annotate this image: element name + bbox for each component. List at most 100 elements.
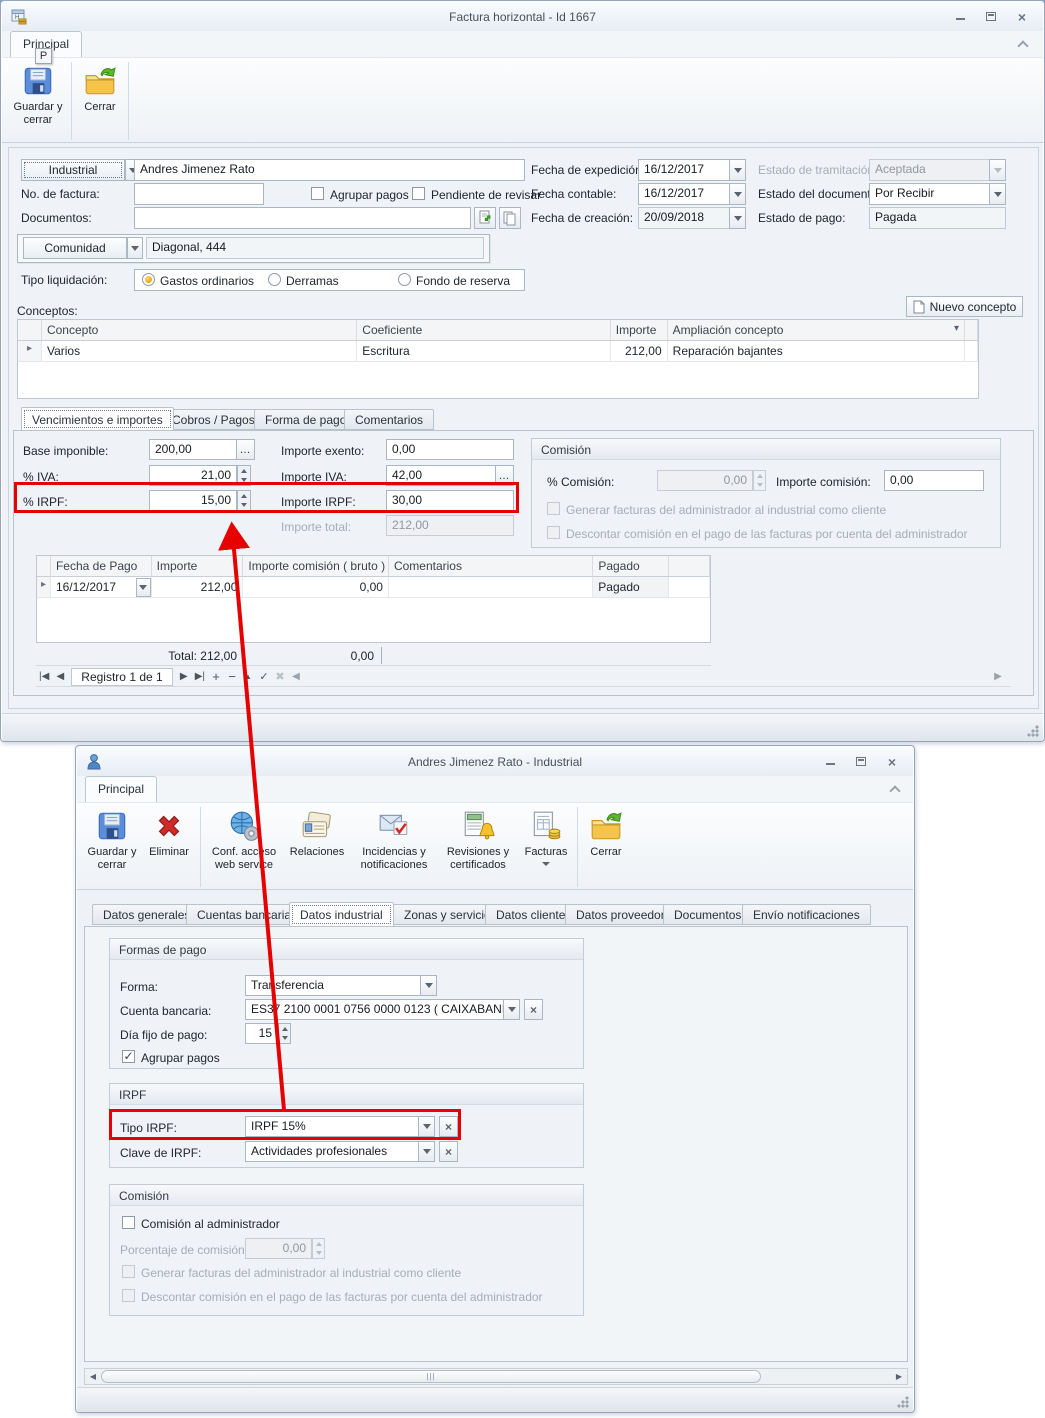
restore-button[interactable]	[980, 8, 1002, 25]
cell-pagado[interactable]: Pagado	[593, 577, 670, 598]
cuenta-clear-button[interactable]: ×	[524, 999, 543, 1020]
pct-irpf-spinner[interactable]	[237, 490, 251, 511]
documentos-input[interactable]	[134, 207, 471, 229]
tab-forma-pago[interactable]: Forma de pago	[254, 409, 358, 430]
fecha-contable-dropdown-icon[interactable]	[729, 183, 746, 205]
nav-append-icon[interactable]: +	[211, 669, 221, 684]
tab-comentarios[interactable]: Comentarios	[344, 409, 435, 430]
cuenta-dropdown-icon[interactable]	[503, 999, 520, 1020]
tipo-irpf-field[interactable]: IRPF 15%	[245, 1116, 419, 1137]
col-header-pagado[interactable]: Pagado	[593, 556, 670, 577]
base-imponible-ellipsis-button[interactable]: …	[236, 439, 255, 460]
save-close-button[interactable]: Guardar y cerrar	[8, 60, 68, 142]
comision-admin-checkbox[interactable]	[122, 1216, 135, 1229]
revisiones-button[interactable]: Revisiones y certificados	[438, 805, 518, 889]
tab-datos-industrial[interactable]: Datos industrial	[289, 902, 394, 927]
col-header-importe[interactable]: Importe	[610, 320, 668, 341]
resize-grip[interactable]	[1027, 725, 1039, 737]
pago-row[interactable]: ▸ 16/12/2017 212,00 0,00 Pagado	[37, 577, 710, 598]
clave-irpf-clear-button[interactable]: ×	[439, 1141, 458, 1162]
concepto-row[interactable]: ▸ Varios Escritura 212,00 Reparación baj…	[18, 341, 979, 362]
pct-iva-spinner[interactable]	[237, 465, 251, 486]
base-imponible-field[interactable]: 200,00	[149, 439, 237, 460]
nav-first-icon[interactable]: |◀	[39, 671, 49, 682]
tab-envio-notificaciones[interactable]: Envío notificaciones	[742, 904, 871, 925]
close-button[interactable]: ×	[881, 753, 903, 770]
tab-datos-cliente[interactable]: Datos cliente	[485, 904, 577, 925]
cell-concepto[interactable]: Varios	[41, 341, 358, 362]
tab-vencimientos[interactable]: Vencimientos e importes	[21, 407, 174, 431]
industrial-selector-button[interactable]: Industrial	[21, 159, 125, 181]
dia-fijo-field[interactable]: 15	[245, 1023, 278, 1044]
fecha-pago-dropdown-icon[interactable]	[135, 577, 151, 597]
cuenta-bancaria-field[interactable]: ES37 2100 0001 0756 0000 0123 ( CAIXABAN…	[245, 999, 504, 1020]
col-header-concepto[interactable]: Concepto	[41, 320, 358, 341]
agrupar-pagos-checkbox[interactable]: ✓	[122, 1050, 135, 1063]
nav-endedit-icon[interactable]: ✓	[259, 670, 269, 683]
nuevo-concepto-button[interactable]: Nuevo concepto	[906, 296, 1023, 317]
eliminar-button[interactable]: Eliminar	[141, 805, 197, 889]
cell-ampliacion[interactable]: Reparación bajantes	[667, 341, 966, 362]
fecha-creacion-field[interactable]: 20/09/2018	[638, 207, 730, 229]
tab-documentos[interactable]: Documentos	[663, 904, 753, 925]
close-button[interactable]: ×	[1011, 8, 1033, 25]
ribbon-tab-principal[interactable]: Principal	[85, 776, 158, 802]
comunidad-dropdown-icon[interactable]	[127, 237, 143, 259]
comunidad-selector-button[interactable]: Comunidad	[23, 237, 127, 259]
industrial-value-field[interactable]: Andres Jimenez Rato	[134, 159, 525, 181]
industrial-titlebar[interactable]: Andres Jimenez Rato - Industrial ×	[77, 747, 913, 776]
add-document-button[interactable]	[474, 207, 496, 229]
fecha-expedicion-field[interactable]: 16/12/2017	[638, 159, 730, 181]
fecha-expedicion-dropdown-icon[interactable]	[729, 159, 746, 181]
importe-irpf-field[interactable]: 30,00	[386, 490, 514, 511]
facturas-button[interactable]: Facturas	[518, 805, 574, 889]
restore-button[interactable]	[850, 753, 872, 770]
scroll-left-icon[interactable]: ◀	[85, 1369, 101, 1384]
tab-datos-proveedor[interactable]: Datos proveedor	[565, 904, 676, 925]
cerrar-button[interactable]: Cerrar	[581, 805, 631, 889]
nav-edit-icon[interactable]: ▲	[243, 672, 253, 681]
no-factura-input[interactable]	[134, 183, 264, 205]
col-header-fecha-pago[interactable]: Fecha de Pago	[50, 556, 152, 577]
cell-coeficiente[interactable]: Escritura	[357, 341, 611, 362]
cerrar-button[interactable]: Cerrar	[75, 60, 125, 142]
importe-iva-ellipsis-button[interactable]: …	[495, 465, 514, 486]
fecha-creacion-dropdown-icon[interactable]	[729, 207, 746, 229]
importe-iva-field[interactable]: 42,00	[386, 465, 496, 486]
importe-exento-field[interactable]: 0,00	[386, 439, 514, 460]
cell-fecha-pago[interactable]: 16/12/2017	[50, 577, 152, 598]
copy-document-button[interactable]	[499, 207, 521, 229]
fecha-contable-field[interactable]: 16/12/2017	[638, 183, 730, 205]
col-header-importe-pago[interactable]: Importe	[151, 556, 244, 577]
nav-next-icon[interactable]: ▶	[179, 671, 189, 682]
filter-dropdown-icon[interactable]: ▾	[954, 323, 959, 337]
forma-field[interactable]: Transferencia	[245, 975, 421, 996]
col-header-comentarios[interactable]: Comentarios	[388, 556, 594, 577]
comunidad-value-field[interactable]: Diagonal, 444	[146, 237, 484, 259]
importe-comision-field[interactable]: 0,00	[884, 470, 984, 491]
dia-fijo-spinner[interactable]	[278, 1023, 291, 1044]
nav-scroll-left-icon[interactable]: ◀	[291, 671, 301, 682]
nav-scroll-right-icon[interactable]: ▶	[993, 671, 1003, 682]
relaciones-button[interactable]: Relaciones	[284, 805, 350, 889]
cell-importe-comision[interactable]: 0,00	[243, 577, 389, 598]
tab-cobros-pagos[interactable]: Cobros / Pagos	[161, 409, 266, 430]
cell-comentarios[interactable]	[388, 577, 594, 598]
col-header-ampliacion[interactable]: Ampliación concepto ▾	[667, 320, 966, 341]
forma-dropdown-icon[interactable]	[420, 975, 437, 996]
tipo-irpf-dropdown-icon[interactable]	[418, 1116, 435, 1137]
pct-iva-field[interactable]: 21,00	[149, 465, 237, 486]
clave-irpf-dropdown-icon[interactable]	[418, 1141, 435, 1162]
tab-datos-generales[interactable]: Datos generales	[92, 904, 202, 925]
radio-derramas[interactable]	[268, 273, 281, 286]
scroll-right-icon[interactable]: ▶	[891, 1369, 907, 1384]
save-close-button[interactable]: Guardar y cerrar	[83, 805, 141, 889]
radio-gastos-ordinarios[interactable]	[142, 273, 155, 286]
facturas-dropdown-icon[interactable]	[542, 862, 550, 867]
col-header-importe-comision[interactable]: Importe comisión ( bruto )	[243, 556, 389, 577]
collapse-ribbon-icon[interactable]	[1017, 40, 1029, 52]
agrupar-pagos-checkbox[interactable]	[311, 187, 324, 200]
nav-last-icon[interactable]: ▶|	[195, 671, 205, 682]
minimize-button[interactable]	[819, 753, 841, 770]
horizontal-scrollbar[interactable]: ◀ ||| ▶	[84, 1368, 908, 1385]
